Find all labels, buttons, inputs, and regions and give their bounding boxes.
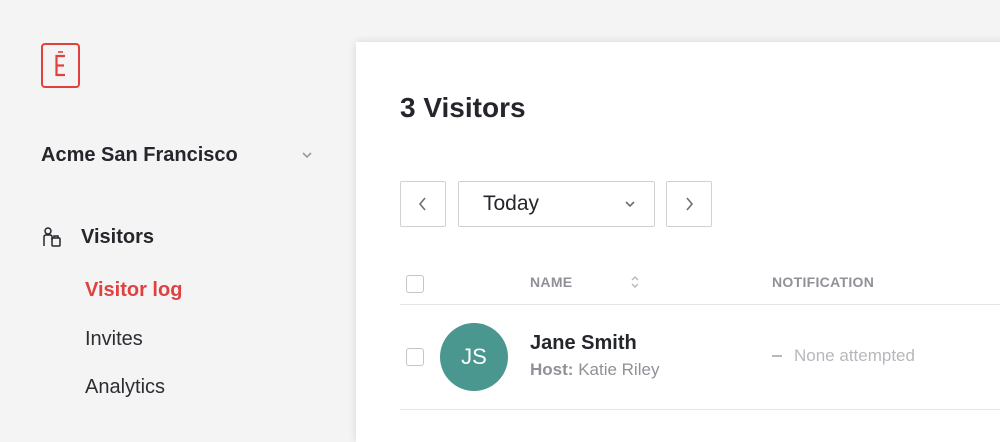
sidebar-item-invites[interactable]: Invites	[85, 328, 143, 351]
column-header-notification: NOTIFICATION	[772, 274, 875, 290]
chevron-right-icon	[686, 197, 694, 211]
chevron-down-icon	[302, 152, 312, 159]
location-name: Acme San Francisco	[41, 143, 238, 166]
sidebar-item-label: Visitors	[81, 225, 154, 248]
envoy-logo[interactable]	[41, 43, 80, 88]
main-panel: 3 Visitors Today NAME NOTIFICATION JS Ja…	[356, 42, 1000, 442]
next-day-button[interactable]	[666, 181, 712, 227]
notification-text: None attempted	[794, 346, 915, 365]
sidebar-item-analytics[interactable]: Analytics	[85, 376, 165, 399]
row-checkbox[interactable]	[406, 348, 424, 366]
sidebar-item-visitors[interactable]: Visitors	[41, 224, 154, 250]
select-all-checkbox[interactable]	[406, 275, 424, 293]
host-name: Katie Riley	[578, 360, 660, 379]
location-switcher[interactable]: Acme San Francisco	[41, 142, 316, 168]
visitors-icon	[43, 227, 61, 247]
table-header: NAME NOTIFICATION	[400, 271, 1000, 305]
visitor-host: Host: Katie Riley	[530, 360, 659, 380]
logo-mark-icon	[55, 51, 65, 77]
visitor-name[interactable]: Jane Smith	[530, 332, 637, 355]
sidebar-item-visitor-log[interactable]: Visitor log	[85, 279, 182, 302]
date-select[interactable]: Today	[458, 181, 655, 227]
divider	[400, 409, 1000, 410]
chevron-down-icon	[625, 201, 635, 208]
sort-icon[interactable]	[629, 274, 641, 290]
dash-icon	[772, 355, 782, 357]
table-row[interactable]: JS Jane Smith Host: Katie Riley None att…	[400, 306, 1000, 410]
column-header-name[interactable]: NAME	[530, 274, 572, 290]
page-title: 3 Visitors	[400, 92, 526, 123]
previous-day-button[interactable]	[400, 181, 446, 227]
chevron-left-icon	[418, 197, 426, 211]
date-select-value: Today	[483, 192, 540, 215]
host-label: Host:	[530, 360, 574, 379]
avatar: JS	[440, 323, 508, 391]
divider	[400, 304, 1000, 305]
notification-status: None attempted	[772, 346, 915, 366]
